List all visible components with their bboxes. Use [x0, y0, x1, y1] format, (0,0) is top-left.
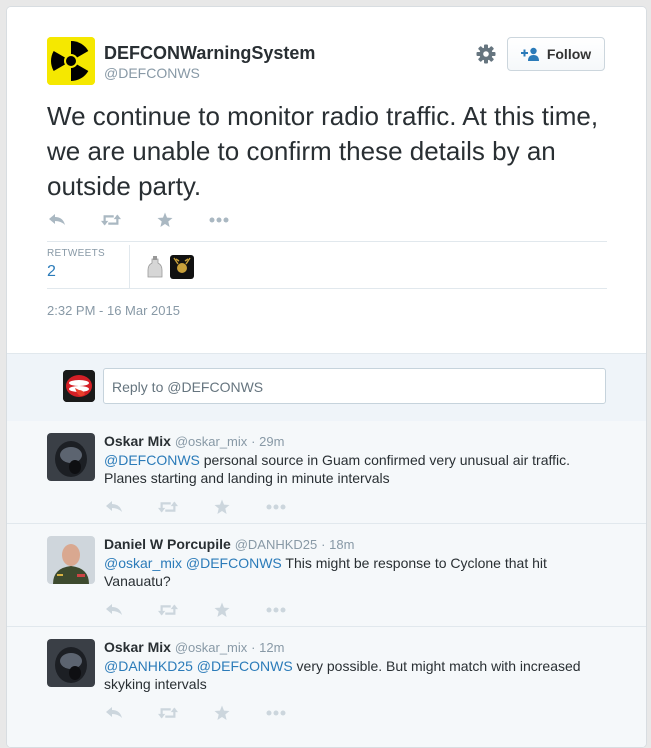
- more-icon[interactable]: [266, 705, 286, 721]
- main-tweet: DEFCONWarningSystem @DEFCONWS Follow We …: [7, 7, 646, 353]
- favorite-icon[interactable]: [155, 212, 175, 228]
- reply-avatar[interactable]: [47, 433, 95, 481]
- favorite-icon[interactable]: [212, 499, 232, 515]
- reply-icon[interactable]: [104, 602, 124, 618]
- radiation-icon: [47, 37, 95, 85]
- reply-icon[interactable]: [47, 212, 67, 228]
- reply-author-name[interactable]: Daniel W Porcupile: [104, 536, 231, 552]
- reply-author-handle[interactable]: @oskar_mix: [175, 434, 247, 449]
- reply-time[interactable]: 12m: [259, 640, 284, 655]
- reply-text: @oskar_mix @DEFCONWS This might be respo…: [104, 554, 609, 590]
- reply-tweet[interactable]: Oskar Mix @oskar_mix · 12m @DANHKD25 @DE…: [7, 627, 646, 747]
- reply-mentions[interactable]: @oskar_mix @DEFCONWS: [104, 555, 282, 571]
- retweeter-avatar[interactable]: [143, 255, 167, 279]
- reply-tweet[interactable]: Oskar Mix @oskar_mix · 29m @DEFCONWS per…: [7, 421, 646, 524]
- retweet-icon[interactable]: [158, 705, 178, 721]
- favorite-icon[interactable]: [212, 705, 232, 721]
- tweet-timestamp[interactable]: 2:32 PM - 16 Mar 2015: [47, 303, 180, 318]
- reply-actions: [104, 602, 320, 618]
- reply-text: @DANHKD25 @DEFCONWS very possible. But m…: [104, 657, 609, 693]
- reply-input[interactable]: Reply to @DEFCONWS: [103, 368, 606, 404]
- reply-avatar[interactable]: [47, 639, 95, 687]
- reply-author-handle[interactable]: @oskar_mix: [175, 640, 247, 655]
- reply-list: Oskar Mix @oskar_mix · 29m @DEFCONWS per…: [7, 421, 646, 747]
- author-name[interactable]: DEFCONWarningSystem: [104, 43, 315, 64]
- reply-icon[interactable]: [104, 499, 124, 515]
- reply-icon[interactable]: [104, 705, 124, 721]
- follow-button[interactable]: Follow: [507, 37, 605, 71]
- retweet-icon[interactable]: [158, 499, 178, 515]
- reply-time[interactable]: 18m: [329, 537, 354, 552]
- more-icon[interactable]: [266, 602, 286, 618]
- reply-time[interactable]: 29m: [259, 434, 284, 449]
- reply-separator: ·: [251, 434, 260, 449]
- author-handle[interactable]: @DEFCONWS: [104, 65, 200, 81]
- retweets-count[interactable]: 2: [47, 263, 56, 281]
- reply-separator: ·: [321, 537, 330, 552]
- reply-separator: ·: [251, 640, 260, 655]
- reply-header: Oskar Mix @oskar_mix · 29m: [104, 433, 284, 449]
- tweet-text: We continue to monitor radio traffic. At…: [47, 101, 599, 201]
- more-icon[interactable]: [266, 499, 286, 515]
- divider: [47, 288, 607, 289]
- retweets-label: RETWEETS: [47, 248, 105, 259]
- reply-tweet[interactable]: Daniel W Porcupile @DANHKD25 · 18m @oska…: [7, 524, 646, 627]
- tweet-actions: [47, 212, 263, 228]
- reply-header: Daniel W Porcupile @DANHKD25 · 18m: [104, 536, 354, 552]
- retweeter-avatar[interactable]: [170, 255, 194, 279]
- more-icon[interactable]: [209, 212, 229, 228]
- follow-label: Follow: [546, 46, 592, 62]
- reply-text: @DEFCONWS personal source in Guam confir…: [104, 451, 609, 487]
- gear-icon[interactable]: [475, 43, 497, 65]
- reply-author-name[interactable]: Oskar Mix: [104, 639, 171, 655]
- favorite-icon[interactable]: [212, 602, 232, 618]
- reply-author-handle[interactable]: @DANHKD25: [235, 537, 318, 552]
- reply-actions: [104, 499, 320, 515]
- reply-avatar[interactable]: [47, 536, 95, 584]
- reply-header: Oskar Mix @oskar_mix · 12m: [104, 639, 284, 655]
- retweet-icon[interactable]: [101, 212, 121, 228]
- person-add-icon: [520, 47, 539, 61]
- stats-divider: [129, 245, 130, 288]
- reply-actions: [104, 705, 320, 721]
- reply-composer: Reply to @DEFCONWS: [7, 353, 646, 423]
- reply-mentions[interactable]: @DANHKD25 @DEFCONWS: [104, 658, 293, 674]
- user-avatar: [63, 370, 95, 402]
- divider: [47, 241, 607, 242]
- reply-mentions[interactable]: @DEFCONWS: [104, 452, 200, 468]
- profile-avatar[interactable]: [47, 37, 95, 85]
- retweet-icon[interactable]: [158, 602, 178, 618]
- reply-author-name[interactable]: Oskar Mix: [104, 433, 171, 449]
- tweet-card: DEFCONWarningSystem @DEFCONWS Follow We …: [6, 6, 647, 748]
